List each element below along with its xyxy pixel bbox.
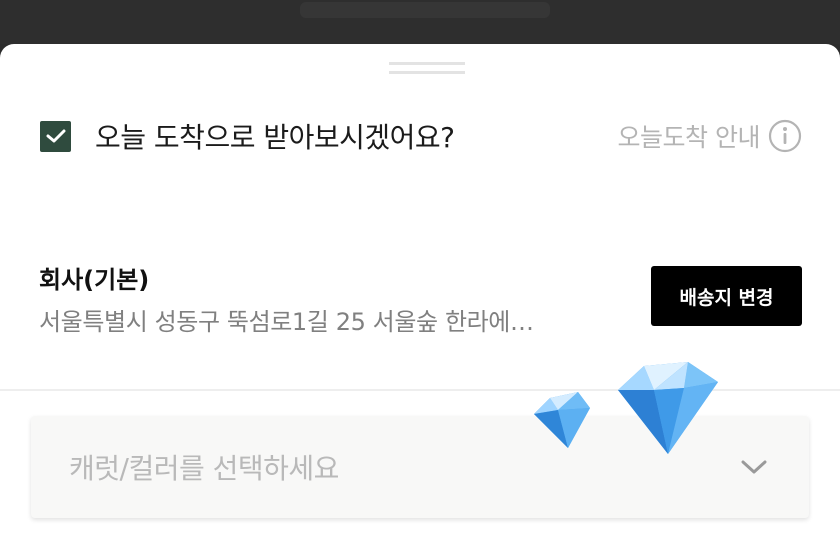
today-delivery-label: 오늘 도착으로 받아보시겠어요? — [95, 121, 455, 154]
address-line: 서울특별시 성동구 뚝섬로1길 25 서울숲 한라에… — [39, 308, 534, 336]
check-icon — [46, 129, 65, 143]
backdrop-header — [0, 0, 840, 44]
sheet-drag-handle[interactable] — [389, 62, 465, 76]
today-delivery-checkbox[interactable] — [40, 120, 71, 152]
diamond-icon-large — [618, 362, 718, 454]
chevron-down-icon — [741, 460, 767, 474]
select-placeholder: 캐럿/컬러를 선택하세요 — [69, 452, 339, 485]
change-address-button[interactable]: 배송지 변경 — [651, 266, 802, 326]
backdrop-title-blur — [300, 2, 550, 18]
diamond-icon-small — [534, 392, 590, 448]
today-delivery-info-label: 오늘도착 안내 — [617, 123, 761, 152]
address-name: 회사(기본) — [39, 266, 150, 294]
info-icon — [768, 119, 802, 153]
bottom-sheet: 오늘 도착으로 받아보시겠어요? 오늘도착 안내 회사(기본) 서울특별시 성동… — [0, 44, 840, 540]
today-delivery-row: 오늘 도착으로 받아보시겠어요? 오늘도착 안내 — [40, 118, 802, 154]
today-delivery-info-link[interactable]: 오늘도착 안내 — [618, 118, 802, 154]
